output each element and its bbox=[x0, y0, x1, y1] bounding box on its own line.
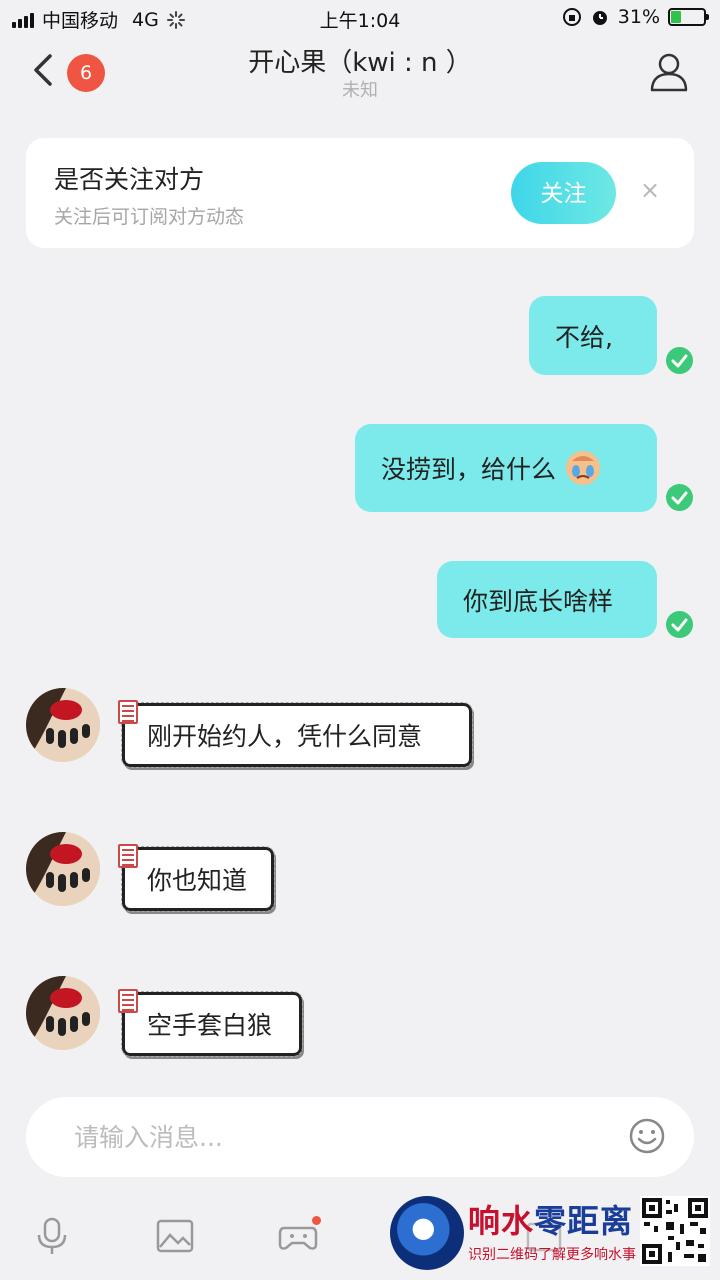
message-text: 你到底长啥样 bbox=[463, 586, 614, 616]
bubble-note-icon bbox=[118, 989, 138, 1013]
message-input[interactable] bbox=[74, 1115, 594, 1159]
incoming-message[interactable]: 刚开始约人，凭什么同意 bbox=[121, 702, 473, 768]
chat-subtitle: 未知 bbox=[342, 80, 378, 101]
watermark-subtitle: 识别二维码了解更多响水事 bbox=[468, 1247, 636, 1263]
battery-percent: 31% bbox=[617, 6, 660, 28]
follow-prompt-title: 是否关注对方 bbox=[54, 165, 205, 194]
outgoing-message[interactable]: 你到底长啥样 bbox=[437, 561, 657, 638]
message-input-bar bbox=[26, 1097, 694, 1177]
emoji-icon[interactable] bbox=[628, 1117, 666, 1155]
status-bar: 中国移动 4G 上午1:04 31% bbox=[0, 0, 720, 36]
user-profile-icon[interactable] bbox=[648, 50, 690, 92]
outgoing-message[interactable]: 不给, bbox=[529, 296, 657, 375]
watermark: 响水零距离 识别二维码了解更多响水事 bbox=[388, 1192, 718, 1276]
follow-button[interactable]: 关注 bbox=[511, 162, 616, 224]
read-check-icon bbox=[666, 611, 693, 638]
message-text: 没捞到，给什么 bbox=[381, 455, 557, 484]
chat-title: 开心果（kwi : n ） bbox=[248, 48, 472, 78]
crying-face-emoji bbox=[566, 451, 601, 485]
message-text: 刚开始约人，凭什么同意 bbox=[147, 722, 423, 751]
message-text: 不给, bbox=[555, 322, 613, 352]
read-check-icon bbox=[666, 347, 693, 374]
incoming-message[interactable]: 空手套白狼 bbox=[121, 991, 303, 1057]
alarm-icon bbox=[592, 11, 607, 25]
avatar[interactable] bbox=[26, 688, 100, 762]
message-text: 你也知道 bbox=[147, 866, 248, 895]
avatar[interactable] bbox=[26, 832, 100, 906]
incoming-message[interactable]: 你也知道 bbox=[121, 846, 275, 912]
watermark-logo bbox=[390, 1196, 464, 1270]
message-text: 空手套白狼 bbox=[147, 1011, 273, 1040]
read-check-icon bbox=[666, 484, 693, 511]
outgoing-message[interactable]: 没捞到，给什么 bbox=[355, 424, 657, 512]
watermark-title: 响水零距离 bbox=[468, 1202, 634, 1240]
follow-prompt-subtitle: 关注后可订阅对方动态 bbox=[54, 206, 245, 228]
rotation-lock-icon bbox=[562, 8, 581, 26]
close-icon[interactable]: × bbox=[640, 176, 660, 204]
microphone-icon[interactable] bbox=[32, 1216, 72, 1256]
battery-icon bbox=[668, 8, 709, 26]
qr-code bbox=[640, 1196, 710, 1266]
bubble-note-icon bbox=[118, 700, 138, 724]
follow-prompt-card: 是否关注对方 关注后可订阅对方动态 关注 × bbox=[26, 138, 694, 248]
notification-dot bbox=[312, 1216, 321, 1225]
bubble-note-icon bbox=[118, 844, 138, 868]
avatar[interactable] bbox=[26, 976, 100, 1050]
chat-header: 6 开心果（kwi : n ） 未知 bbox=[0, 36, 720, 108]
image-icon[interactable] bbox=[155, 1216, 195, 1256]
